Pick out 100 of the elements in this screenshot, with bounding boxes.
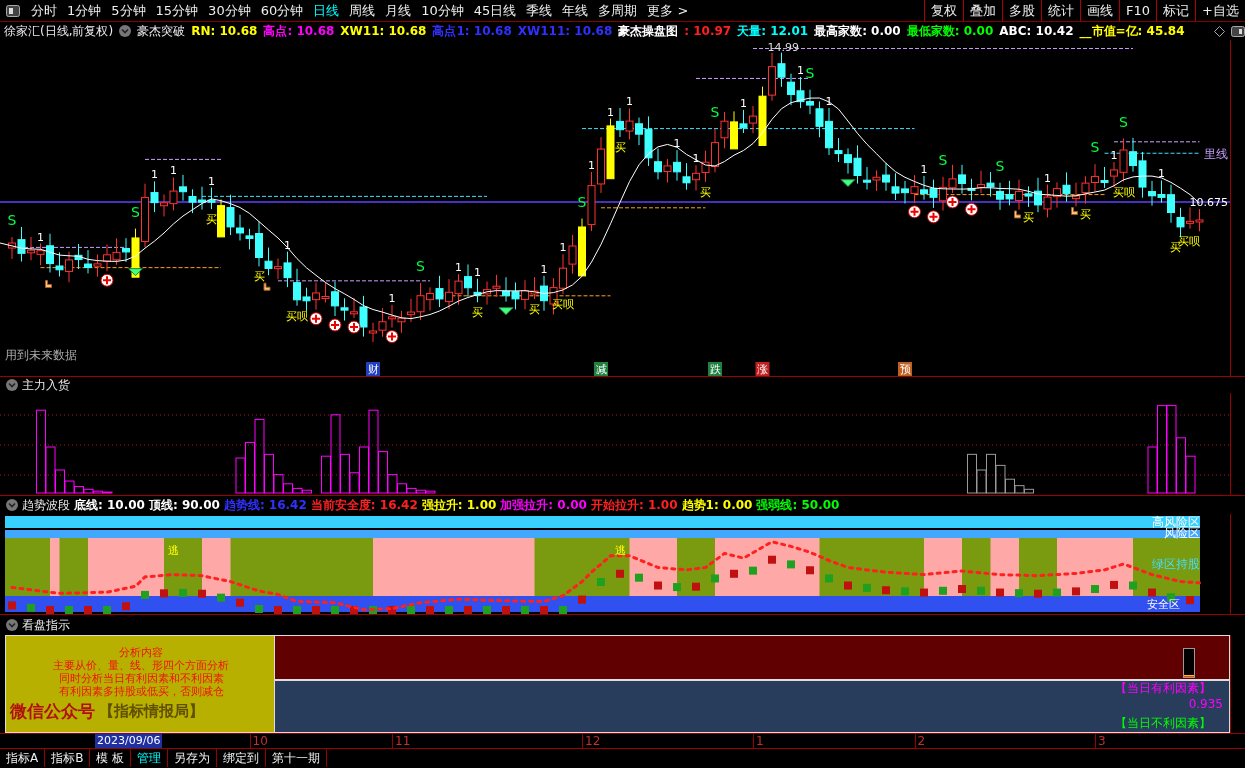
period-tab[interactable]: 10分钟 — [416, 0, 469, 21]
toolbar-button[interactable]: 统计 — [1041, 0, 1081, 21]
signal-label: 1 — [797, 64, 804, 78]
period-tab[interactable]: 45日线 — [468, 0, 522, 21]
signal-label: 买呗 — [286, 309, 308, 323]
candlestick — [929, 179, 938, 209]
period-tab[interactable]: 更多 > — [642, 0, 694, 21]
factor-value: 0.935 — [1188, 697, 1223, 711]
signal-label: 买呗 — [1112, 185, 1135, 199]
signal-label: 1 — [284, 238, 291, 252]
indicator-reading: 趋势1: 0.00 — [681, 496, 753, 514]
candlestick — [910, 174, 919, 204]
panel-title: 主力入货 — [22, 376, 70, 394]
brand-label: 【指标情报局】 — [99, 701, 204, 721]
advice-text: 主要从价、量、线、形四个方面分析 — [52, 658, 230, 672]
candlestick — [872, 169, 881, 192]
candlestick — [1100, 166, 1109, 189]
period-tab[interactable]: 30分钟 — [203, 0, 256, 21]
bottom-tab[interactable]: 管理 — [131, 749, 169, 767]
candlestick — [986, 171, 995, 198]
period-tab[interactable]: 多周期 — [593, 0, 643, 21]
positive-factor-label: 【当日有利因素】 — [1115, 680, 1211, 697]
candlestick — [454, 273, 463, 306]
candlestick — [891, 172, 900, 201]
axis-label: 3 — [1095, 734, 1106, 748]
date-label: 2023/09/06 — [95, 734, 163, 748]
candlestick — [1195, 208, 1204, 232]
panel-toggle-icon — [1231, 25, 1245, 37]
signal-label: 买 — [472, 306, 483, 320]
indicator-reading: 趋势线: 16.42 — [223, 496, 307, 514]
indicator-reading: 强拉升: 1.00 — [421, 496, 497, 514]
period-tab[interactable]: 日线 — [308, 0, 345, 21]
toolbar-button[interactable]: 复权 — [924, 0, 964, 21]
candlestick — [587, 171, 596, 232]
period-tab[interactable]: 月线 — [380, 0, 417, 21]
bottom-tab[interactable]: 模 板 — [90, 749, 132, 767]
signal-label: 买 — [700, 185, 711, 199]
indicator-reading: 高点: 10.68 — [263, 22, 335, 40]
toolbar-button[interactable]: +自选 — [1195, 0, 1245, 21]
bottom-tab[interactable]: 绑定到 — [217, 749, 267, 767]
toolbar-button[interactable]: 叠加 — [963, 0, 1003, 21]
signal-label: 1 — [1158, 167, 1165, 181]
toolbar-button[interactable]: 画线 — [1080, 0, 1120, 21]
advice-text: 有利因素多持股或低买，否则减仓 — [57, 684, 225, 698]
axis-label: 12 — [582, 734, 601, 748]
candlestick — [682, 162, 691, 191]
bottom-tab[interactable]: 指标A — [0, 749, 46, 767]
candlestick — [796, 76, 805, 109]
zone-label: 绿区持股 — [1152, 557, 1200, 571]
escape-label: 逃 — [614, 544, 626, 557]
indicator-reading: 当前安全度: 16.42 — [310, 496, 418, 514]
diamond-icon — [840, 179, 856, 188]
signal-label: S — [710, 103, 720, 120]
indicator-reading: 加强拉升: 0.00 — [500, 496, 587, 514]
indicator-reading: 最低家数: 0.00 — [906, 22, 994, 40]
axis-label: 10 — [249, 734, 268, 748]
indicator-reading: 底线: 10.00 — [74, 496, 145, 514]
collapse-icon — [6, 379, 18, 391]
toolbar-button[interactable]: 标记 — [1156, 0, 1196, 21]
indicator-reading: : 10.97 — [684, 24, 732, 38]
plus-circle-icon — [927, 210, 940, 224]
period-tab[interactable]: 5分钟 — [106, 0, 151, 21]
signal-label: 1 — [607, 105, 614, 119]
account-label: 微信公众号 — [10, 699, 95, 723]
collapse-icon — [6, 619, 18, 631]
period-tab[interactable]: 周线 — [344, 0, 381, 21]
candlestick — [1043, 184, 1052, 218]
indicator-reading: 最高家数: 0.00 — [814, 22, 901, 40]
signal-label: 1 — [388, 291, 396, 305]
period-tab[interactable]: 季线 — [521, 0, 558, 21]
zone-label: 安全区 — [1147, 598, 1180, 611]
candlestick — [948, 164, 957, 194]
candlestick — [1062, 171, 1071, 203]
candlestick — [188, 188, 197, 214]
indicator-reading: ABC: 10.42 — [999, 24, 1074, 38]
period-tab[interactable]: 年线 — [557, 0, 594, 21]
plus-circle-icon — [347, 320, 361, 334]
bottom-tab[interactable]: 另存为 — [168, 749, 218, 767]
indicator-name[interactable]: 豪杰突破 — [137, 22, 186, 40]
diamond-icon — [128, 268, 143, 277]
signal-label: S — [805, 64, 815, 81]
signal-label: S — [1090, 139, 1100, 156]
plus-circle-icon — [908, 205, 921, 219]
signal-label: 买 — [1023, 210, 1034, 224]
period-tab[interactable]: 15分钟 — [150, 0, 204, 21]
event-tag: 涨 — [755, 362, 770, 376]
toolbar-button[interactable]: F10 — [1119, 0, 1157, 21]
candlestick — [701, 150, 710, 183]
plus-circle-icon — [946, 195, 959, 209]
negative-factor-label: 【当日不利因素】 — [1115, 715, 1211, 732]
period-tab[interactable]: 分时 — [26, 0, 62, 21]
bottom-tab[interactable]: 第十一期 — [266, 749, 328, 767]
signal-label: 1 — [151, 168, 158, 182]
period-tab[interactable]: 1分钟 — [62, 0, 107, 21]
plus-circle-icon — [965, 202, 978, 216]
bottom-tab[interactable]: 指标B — [45, 749, 91, 767]
candlestick — [777, 52, 786, 88]
period-tab[interactable]: 60分钟 — [255, 0, 309, 21]
toolbar-button[interactable]: 多股 — [1002, 0, 1042, 21]
plus-circle-icon — [100, 273, 114, 287]
